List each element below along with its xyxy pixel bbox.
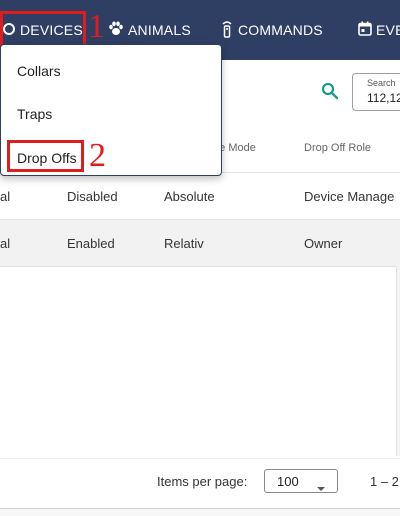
nav-animals-label: ANIMALS bbox=[128, 22, 191, 38]
column-header-drop-off-role[interactable]: Drop Off Role bbox=[304, 142, 371, 154]
table-row[interactable]: al Disabled Absolute Device Manage bbox=[0, 173, 400, 219]
cell-drop-off-role: Device Manage bbox=[304, 189, 395, 204]
search-field-label: Search bbox=[367, 78, 396, 88]
cell-status: Enabled bbox=[67, 236, 115, 251]
annotation-highlight-devices bbox=[0, 11, 86, 47]
items-per-page-label: Items per page: bbox=[157, 474, 248, 489]
nav-events[interactable]: EVE bbox=[358, 0, 400, 60]
remote-icon bbox=[220, 20, 234, 41]
calendar-icon bbox=[358, 21, 372, 39]
search-icon[interactable] bbox=[321, 82, 339, 105]
pagination-range: 1 – 2 bbox=[370, 474, 399, 489]
bottom-edge bbox=[0, 508, 400, 516]
cell-status: Disabled bbox=[67, 189, 118, 204]
cell-name: al bbox=[0, 236, 11, 251]
items-per-page-select[interactable]: 100 bbox=[264, 469, 338, 493]
side-panel-edge bbox=[396, 266, 400, 456]
cell-drop-off-role: Owner bbox=[304, 236, 343, 251]
menu-item-traps[interactable]: Traps bbox=[17, 106, 52, 122]
cell-time-mode: Relativ bbox=[164, 236, 204, 251]
chevron-down-icon bbox=[316, 479, 326, 497]
nav-commands-label: COMMANDS bbox=[238, 22, 323, 38]
paw-icon bbox=[108, 21, 124, 39]
nav-events-label: EVE bbox=[376, 22, 400, 38]
annotation-highlight-drop-offs bbox=[7, 140, 84, 172]
annotation-number-one: 1 bbox=[88, 8, 105, 45]
cell-name: al bbox=[0, 189, 11, 204]
footer-divider bbox=[0, 458, 400, 459]
menu-item-collars[interactable]: Collars bbox=[17, 63, 61, 79]
search-input-value: 112,121 bbox=[367, 91, 400, 105]
annotation-number-two: 2 bbox=[89, 137, 106, 174]
row-divider bbox=[0, 266, 400, 267]
table-row[interactable]: al Enabled Relativ Owner bbox=[0, 220, 400, 266]
cell-time-mode: Absolute bbox=[164, 189, 215, 204]
nav-commands[interactable]: COMMANDS bbox=[220, 0, 323, 60]
items-per-page-value: 100 bbox=[277, 474, 299, 489]
search-field[interactable]: Search 112,121 bbox=[352, 73, 400, 111]
